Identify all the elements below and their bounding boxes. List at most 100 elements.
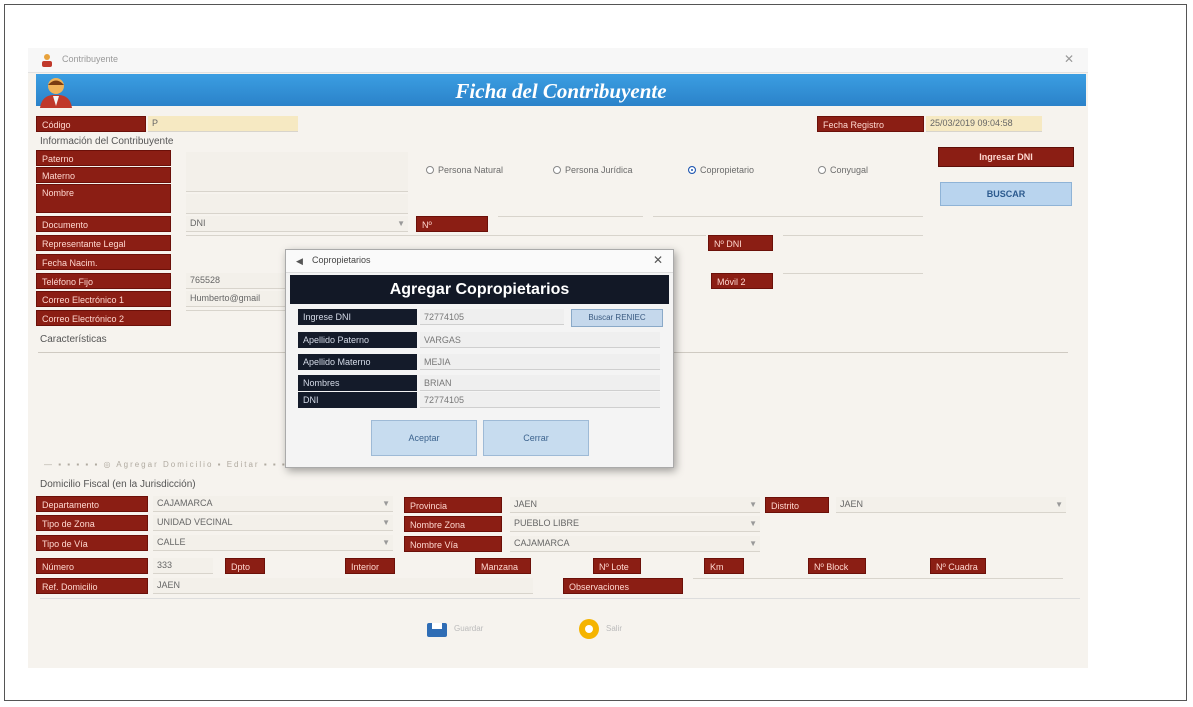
dialog-dni2-field[interactable]: 72774105 bbox=[420, 392, 660, 408]
cerrar-button[interactable]: Cerrar bbox=[483, 420, 589, 456]
codigo-field[interactable]: P bbox=[148, 116, 298, 132]
codigo-label: Código bbox=[36, 116, 146, 132]
radio-indicator bbox=[688, 166, 696, 174]
contribuyente-avatar-icon bbox=[40, 78, 72, 108]
radio-label: Copropietario bbox=[700, 165, 755, 175]
radio-label: Conyugal bbox=[830, 165, 869, 175]
caracteristicas-title: Características bbox=[40, 334, 107, 345]
documento-select[interactable]: DNI ▼ bbox=[186, 216, 408, 232]
buscar-reniec-button[interactable]: Buscar RENIEC bbox=[571, 309, 663, 327]
dialog-nombres-label: Nombres bbox=[298, 375, 417, 391]
manzana-label: Manzana bbox=[475, 558, 531, 574]
representante-field[interactable] bbox=[186, 235, 706, 236]
razon-social-field[interactable] bbox=[653, 216, 923, 217]
footer-divider bbox=[40, 598, 1080, 599]
dialog-paterno-field[interactable]: VARGAS bbox=[420, 332, 660, 348]
chevron-down-icon: ▼ bbox=[749, 539, 757, 548]
tipo-via-select[interactable]: CALLE ▼ bbox=[153, 535, 393, 551]
exit-button[interactable]: Salir bbox=[578, 618, 622, 643]
departamento-value: CAJAMARCA bbox=[157, 498, 213, 508]
documento-label: Documento bbox=[36, 216, 171, 232]
radio-conyugal[interactable]: Conyugal bbox=[818, 165, 868, 175]
radio-persona-juridica[interactable]: Persona Jurídica bbox=[553, 165, 633, 175]
window-close-icon[interactable]: ✕ bbox=[1064, 52, 1074, 66]
save-button[interactable]: Guardar bbox=[426, 620, 483, 643]
departamento-label: Departamento bbox=[36, 496, 148, 512]
chevron-down-icon: ▼ bbox=[382, 538, 390, 547]
lote-label: Nº Lote bbox=[593, 558, 641, 574]
buscar-button[interactable]: BUSCAR bbox=[940, 182, 1072, 206]
dialog-header: Agregar Copropietarios bbox=[290, 275, 669, 304]
provincia-select[interactable]: JAEN ▼ bbox=[510, 497, 760, 513]
dialog-titlebar: ◀ Copropietarios ✕ bbox=[286, 250, 673, 273]
fecha-registro-field[interactable]: 25/03/2019 09:04:58 bbox=[926, 116, 1042, 132]
nombres-textarea[interactable] bbox=[186, 152, 408, 192]
dialog-dni-input[interactable]: 72774105 bbox=[420, 309, 564, 325]
radio-label: Persona Natural bbox=[438, 165, 504, 175]
nombre-label: Nombre bbox=[36, 184, 171, 213]
block-label: Nº Block bbox=[808, 558, 866, 574]
observaciones-field[interactable] bbox=[693, 578, 1063, 579]
chevron-down-icon: ▼ bbox=[1055, 500, 1063, 509]
radio-copropietario[interactable]: Copropietario bbox=[688, 165, 754, 175]
info-section-title: Información del Contribuyente bbox=[40, 136, 174, 147]
correo2-label: Correo Electrónico 2 bbox=[36, 310, 171, 326]
chevron-down-icon: ▼ bbox=[749, 519, 757, 528]
exit-label: Salir bbox=[606, 624, 623, 633]
dialog-materno-label: Apellido Materno bbox=[298, 354, 417, 370]
observaciones-label: Observaciones bbox=[563, 578, 683, 594]
telefono-field[interactable]: 765528 bbox=[186, 273, 286, 289]
radio-indicator bbox=[553, 166, 561, 174]
paterno-label: Paterno bbox=[36, 150, 171, 166]
tipo-zona-label: Tipo de Zona bbox=[36, 515, 148, 531]
km-label: Km bbox=[704, 558, 744, 574]
numero-doc-field[interactable] bbox=[498, 216, 643, 217]
tipo-zona-value: UNIDAD VECINAL bbox=[157, 517, 233, 527]
exit-icon bbox=[579, 619, 599, 639]
tipo-via-value: CALLE bbox=[157, 537, 186, 547]
dialog-app-icon: ◀ bbox=[296, 256, 303, 266]
documento-value: DNI bbox=[190, 218, 206, 228]
nombre-zona-value: PUEBLO LIBRE bbox=[514, 518, 580, 528]
ndni-field[interactable] bbox=[783, 235, 923, 236]
aceptar-button[interactable]: Aceptar bbox=[371, 420, 477, 456]
dialog-paterno-label: Apellido Paterno bbox=[298, 332, 417, 348]
provincia-label: Provincia bbox=[404, 497, 502, 513]
nombre-zona-select[interactable]: PUEBLO LIBRE ▼ bbox=[510, 516, 760, 532]
dialog-title: Copropietarios bbox=[312, 255, 371, 265]
provincia-value: JAEN bbox=[514, 499, 538, 509]
dialog-close-icon[interactable]: ✕ bbox=[653, 253, 663, 267]
radio-persona-natural[interactable]: Persona Natural bbox=[426, 165, 503, 175]
ref-domicilio-field[interactable]: JAEN bbox=[153, 578, 533, 594]
copropietarios-dialog: ◀ Copropietarios ✕ Agregar Copropietario… bbox=[285, 249, 674, 468]
nombre-via-label: Nombre Vía bbox=[404, 536, 502, 552]
banner: Ficha del Contribuyente bbox=[36, 74, 1086, 106]
chevron-down-icon: ▼ bbox=[382, 518, 390, 527]
dialog-dni-label: Ingrese DNI bbox=[298, 309, 417, 325]
departamento-select[interactable]: CAJAMARCA ▼ bbox=[153, 496, 393, 512]
representante-legal-label: Representante Legal bbox=[36, 235, 171, 251]
chevron-down-icon: ▼ bbox=[397, 219, 405, 228]
numero-field[interactable]: 333 bbox=[153, 558, 213, 574]
distrito-value: JAEN bbox=[840, 499, 864, 509]
dialog-dni2-label: DNI bbox=[298, 392, 417, 408]
ingresar-dni-button[interactable]: Ingresar DNI bbox=[938, 147, 1074, 167]
correo1-field[interactable]: Humberto@gmail bbox=[186, 291, 286, 307]
nombre-field[interactable] bbox=[186, 194, 408, 214]
radio-indicator bbox=[426, 166, 434, 174]
movil-label: Móvil 2 bbox=[711, 273, 773, 289]
nombre-via-select[interactable]: CAJAMARCA ▼ bbox=[510, 536, 760, 552]
nombre-zona-label: Nombre Zona bbox=[404, 516, 502, 532]
nombre-via-value: CAJAMARCA bbox=[514, 538, 570, 548]
telefono-label: Teléfono Fijo bbox=[36, 273, 171, 289]
tipo-zona-select[interactable]: UNIDAD VECINAL ▼ bbox=[153, 515, 393, 531]
chevron-down-icon: ▼ bbox=[382, 499, 390, 508]
materno-label: Materno bbox=[36, 167, 171, 183]
dialog-materno-field[interactable]: MEJIA bbox=[420, 354, 660, 370]
fecha-registro-label: Fecha Registro bbox=[817, 116, 924, 132]
radio-indicator bbox=[818, 166, 826, 174]
distrito-select[interactable]: JAEN ▼ bbox=[836, 497, 1066, 513]
movil-field[interactable] bbox=[783, 273, 923, 274]
dialog-nombres-field[interactable]: BRIAN bbox=[420, 375, 660, 391]
correo2-field[interactable] bbox=[186, 310, 286, 311]
